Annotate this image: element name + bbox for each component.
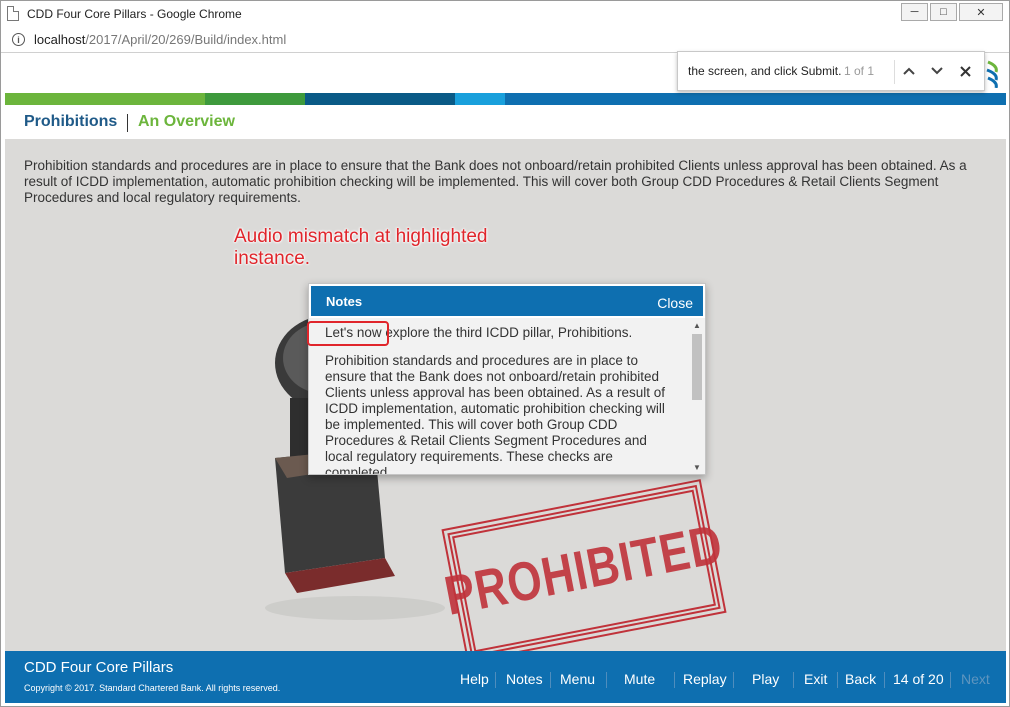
scroll-down-icon[interactable]: ▼ bbox=[689, 460, 705, 474]
nav-separator bbox=[495, 672, 496, 688]
notes-scrollbar[interactable]: ▲ ▼ bbox=[689, 318, 705, 474]
notes-header: Notes Close bbox=[309, 284, 705, 318]
scroll-up-icon[interactable]: ▲ bbox=[689, 318, 705, 332]
page-icon bbox=[7, 6, 19, 21]
notes-text: Let's now explore the third ICDD pillar,… bbox=[325, 325, 675, 474]
scrollbar-thumb[interactable] bbox=[692, 334, 702, 400]
find-match-count: 1 of 1 bbox=[844, 64, 875, 78]
nav-separator bbox=[606, 672, 607, 688]
slide-subtitle: An Overview bbox=[138, 113, 235, 130]
nav-separator bbox=[733, 672, 734, 688]
exit-button[interactable]: Exit bbox=[804, 671, 827, 687]
nav-separator bbox=[884, 672, 885, 688]
info-icon[interactable]: i bbox=[12, 33, 25, 46]
next-button[interactable]: Next bbox=[961, 671, 990, 687]
review-annotation: Audio mismatch at highlighted instance. bbox=[234, 226, 488, 269]
find-bar: the screen, and click Submit. 1 of 1 bbox=[677, 51, 985, 91]
restore-button[interactable]: □ bbox=[930, 3, 957, 21]
notes-title: Notes bbox=[326, 294, 363, 309]
close-window-button[interactable]: ✕ bbox=[959, 3, 1003, 21]
url-host: localhost bbox=[34, 32, 86, 47]
annotation-highlight-box bbox=[307, 321, 389, 346]
play-button[interactable]: Play bbox=[752, 671, 779, 687]
find-next-icon[interactable] bbox=[928, 62, 946, 80]
notes-button[interactable]: Notes bbox=[506, 671, 543, 687]
replay-button[interactable]: Replay bbox=[683, 671, 727, 687]
nav-separator bbox=[793, 672, 794, 688]
nav-separator bbox=[550, 672, 551, 688]
course-nav: Help Notes Menu Mute Replay Play Exit Ba… bbox=[5, 651, 1006, 703]
find-close-icon[interactable] bbox=[956, 62, 974, 80]
find-previous-icon[interactable] bbox=[900, 62, 918, 80]
course-footer: CDD Four Core Pillars Copyright © 2017. … bbox=[5, 651, 1006, 703]
browser-window: CDD Four Core Pillars - Google Chrome ─ … bbox=[0, 0, 1010, 707]
slide-body-text: Prohibition standards and procedures are… bbox=[24, 158, 967, 205]
slide-header: Prohibitions An Overview bbox=[5, 105, 1006, 139]
find-input[interactable]: the screen, and click Submit. bbox=[688, 64, 841, 78]
brand-color-bar bbox=[5, 93, 1006, 105]
nav-separator bbox=[674, 672, 675, 688]
notes-panel: Notes Close Let's now explore the third … bbox=[308, 283, 706, 475]
title-divider bbox=[127, 114, 128, 132]
find-separator bbox=[894, 60, 895, 84]
address-bar[interactable]: i localhost/2017/April/20/269/Build/inde… bbox=[1, 27, 1009, 53]
notes-paragraph: Prohibition standards and procedures are… bbox=[325, 353, 665, 474]
window-controls: ─ □ ✕ bbox=[899, 3, 1003, 21]
course-player: Prohibitions An Overview Prohibition sta… bbox=[5, 53, 1006, 703]
title-bar: CDD Four Core Pillars - Google Chrome ─ … bbox=[1, 1, 1009, 27]
back-button[interactable]: Back bbox=[845, 671, 876, 687]
page-counter: 14 of 20 bbox=[893, 671, 944, 687]
menu-button[interactable]: Menu bbox=[560, 671, 595, 687]
prohibited-stamp: PROHIBITED bbox=[440, 478, 728, 664]
mute-button[interactable]: Mute bbox=[624, 671, 655, 687]
url-path: /2017/April/20/269/Build/index.html bbox=[85, 32, 287, 47]
nav-separator bbox=[837, 672, 838, 688]
window-title: CDD Four Core Pillars - Google Chrome bbox=[27, 7, 242, 21]
help-button[interactable]: Help bbox=[460, 671, 489, 687]
stamp-text: PROHIBITED bbox=[439, 513, 728, 628]
notes-close-button[interactable]: Close bbox=[657, 295, 693, 311]
url[interactable]: localhost/2017/April/20/269/Build/index.… bbox=[34, 32, 286, 47]
nav-separator bbox=[950, 672, 951, 688]
slide-title: Prohibitions bbox=[24, 113, 118, 130]
logo-icon bbox=[986, 60, 998, 88]
minimize-button[interactable]: ─ bbox=[901, 3, 928, 21]
